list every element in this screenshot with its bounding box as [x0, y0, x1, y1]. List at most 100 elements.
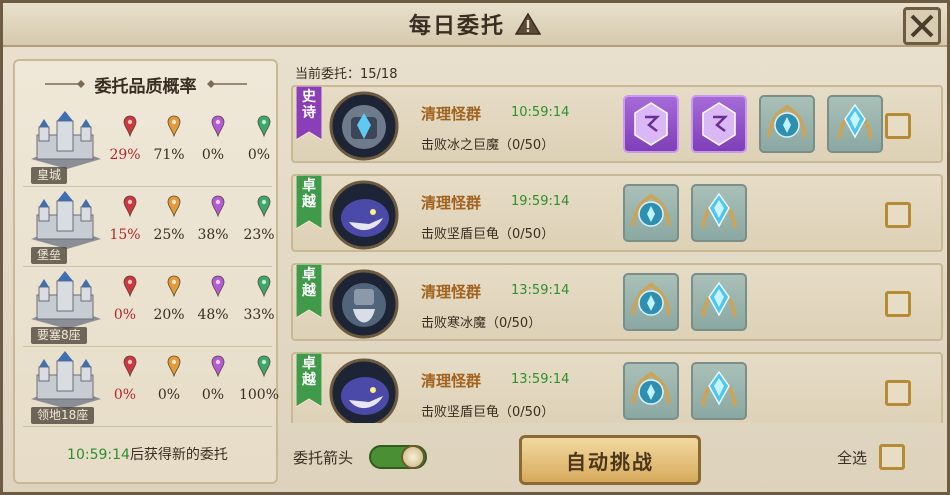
quality-gem-icon — [123, 275, 137, 297]
probability-value: 0% — [113, 307, 137, 323]
blue-crystal-icon — [837, 103, 873, 140]
probability-value: 29% — [109, 147, 141, 163]
probability-value: 20% — [153, 307, 185, 323]
commission-count: 当前委托：15/18 — [295, 67, 398, 82]
purple-rune-icon — [702, 102, 736, 146]
frost-demon-portrait — [329, 269, 399, 339]
refresh-note: 10:59:14后获得新的委托 — [15, 444, 280, 464]
quality-probability-panel: 委托品质概率 皇城 29% 71% 0% 0% 堡垒 15% 25% 38% 23% 要塞8座 0% 2… — [13, 59, 280, 484]
commission-checkbox[interactable] — [885, 380, 911, 406]
quality-panel-header: 委托品质概率 — [15, 61, 276, 107]
toggle-knob — [401, 445, 425, 469]
tier-probabilities: 0% 20% 48% 33% — [109, 273, 275, 343]
commission-checkbox[interactable] — [885, 113, 911, 139]
tier-row: 领地18座 0% 0% 0% 100% — [23, 347, 279, 427]
blue-emblem-reward-icon[interactable] — [759, 95, 815, 153]
task-description: 击败寒冰魔（0/50） — [421, 316, 542, 331]
task-name: 清理怪群 — [421, 283, 482, 301]
tier-label: 要塞8座 — [31, 327, 87, 344]
blue-crystal-reward-icon[interactable] — [691, 184, 747, 242]
close-icon — [910, 14, 934, 38]
blue-crystal-reward-icon[interactable] — [691, 273, 747, 331]
tier-row: 要塞8座 0% 20% 48% 33% — [23, 267, 275, 347]
shield-turtle-portrait — [329, 358, 399, 423]
probability-value: 0% — [201, 387, 225, 403]
title-bar: 每日委托 — [3, 3, 947, 47]
probability-value: 48% — [197, 307, 229, 323]
blue-emblem-reward-icon[interactable] — [623, 184, 679, 242]
tier-probabilities: 15% 25% 38% 23% — [109, 193, 275, 263]
probability-value: 25% — [153, 227, 185, 243]
tier-label: 领地18座 — [31, 407, 95, 424]
probability-value: 38% — [197, 227, 229, 243]
tier-label: 皇城 — [31, 167, 68, 184]
task-name: 清理怪群 — [421, 105, 482, 123]
blue-crystal-reward-icon[interactable] — [691, 362, 747, 420]
quality-panel-title: 委托品质概率 — [94, 76, 197, 97]
quality-gem-icon — [167, 195, 181, 217]
blue-emblem-icon — [631, 193, 671, 227]
tier-probabilities: 29% 71% 0% 0% — [109, 113, 271, 183]
commission-row[interactable]: 史诗清理怪群 10:59:14 击败冰之巨魔（0/50） — [291, 85, 943, 163]
auto-challenge-button[interactable]: 自动挑战 — [519, 435, 701, 485]
commission-row[interactable]: 卓越清理怪群 13:59:14 击败寒冰魔（0/50） — [291, 263, 943, 341]
window-title: 每日委托 — [408, 13, 505, 39]
probability-value: 33% — [243, 307, 275, 323]
commission-row[interactable]: 卓越清理怪群 19:59:14 击败坚盾巨龟（0/50） — [291, 174, 943, 252]
blue-crystal-icon — [701, 370, 737, 407]
task-name: 清理怪群 — [421, 194, 482, 212]
quality-gem-icon — [123, 355, 137, 377]
select-all-label: 全选 — [837, 449, 868, 467]
rarity-label: 卓越 — [302, 178, 316, 210]
purple-rune-reward-icon[interactable] — [691, 95, 747, 153]
quality-gem-icon — [257, 115, 271, 137]
purple-rune-icon — [634, 102, 668, 146]
commission-checkbox[interactable] — [885, 291, 911, 317]
select-all-checkbox[interactable] — [879, 444, 905, 470]
task-name: 清理怪群 — [421, 372, 482, 390]
arrow-toggle-label: 委托箭头 — [293, 449, 354, 467]
blue-emblem-reward-icon[interactable] — [623, 273, 679, 331]
probability-value: 0% — [157, 387, 181, 403]
blue-emblem-icon — [631, 282, 671, 316]
task-description: 击败坚盾巨龟（0/50） — [421, 405, 555, 420]
ornament-right-icon — [206, 80, 247, 88]
quality-gem-icon — [211, 115, 225, 137]
castle-icon — [31, 111, 101, 169]
task-timer: 13:59:14 — [511, 283, 570, 298]
quality-gem-icon — [123, 115, 137, 137]
tier-row: 皇城 29% 71% 0% 0% — [23, 107, 272, 187]
quality-gem-icon — [167, 275, 181, 297]
tier-probabilities: 0% 0% 0% 100% — [109, 353, 279, 423]
shield-turtle-portrait — [329, 180, 399, 250]
probability-value: 15% — [109, 227, 141, 243]
refresh-timer: 10:59:14 — [67, 447, 130, 463]
purple-rune-reward-icon[interactable] — [623, 95, 679, 153]
quality-gem-icon — [257, 275, 271, 297]
rarity-label: 卓越 — [302, 356, 316, 388]
castle-icon — [31, 271, 101, 329]
ornament-left-icon — [44, 80, 85, 88]
blue-emblem-reward-icon[interactable] — [623, 362, 679, 420]
quality-gem-icon — [257, 355, 271, 377]
close-button[interactable] — [903, 7, 941, 45]
ice-giant-portrait — [329, 91, 399, 161]
probability-value: 0% — [113, 387, 137, 403]
task-description: 击败坚盾巨龟（0/50） — [421, 227, 555, 242]
castle-icon — [31, 351, 101, 409]
commission-list[interactable]: 史诗清理怪群 10:59:14 击败冰之巨魔（0/50）卓越清理怪群 19:59:14… — [291, 85, 943, 423]
commission-checkbox[interactable] — [885, 202, 911, 228]
quality-gem-icon — [123, 195, 137, 217]
quality-gem-icon — [211, 275, 225, 297]
probability-value: 0% — [201, 147, 225, 163]
blue-emblem-icon — [767, 104, 807, 138]
warning-icon[interactable] — [515, 13, 541, 35]
quality-gem-icon — [211, 195, 225, 217]
refresh-suffix: 后获得新的委托 — [129, 447, 228, 463]
task-timer: 10:59:14 — [511, 105, 570, 120]
task-description: 击败冰之巨魔（0/50） — [421, 138, 555, 153]
blue-crystal-reward-icon[interactable] — [827, 95, 883, 153]
quality-gem-icon — [167, 355, 181, 377]
arrow-toggle[interactable] — [369, 445, 427, 469]
commission-row[interactable]: 卓越清理怪群 13:59:14 击败坚盾巨龟（0/50） — [291, 352, 943, 423]
